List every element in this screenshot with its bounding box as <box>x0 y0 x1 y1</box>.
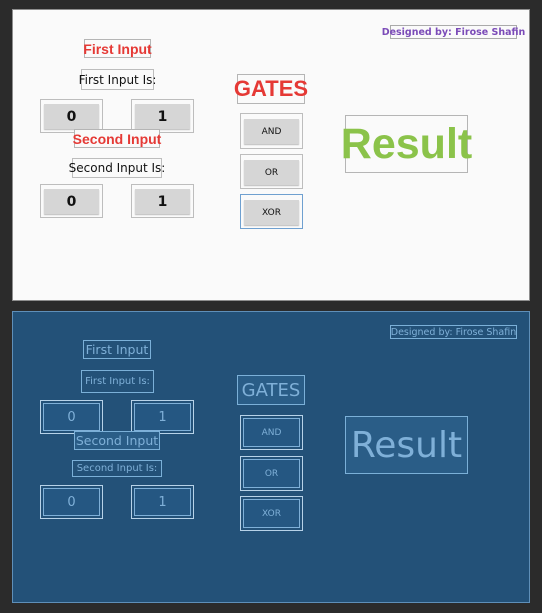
first-input-one-button[interactable]: 1 <box>135 104 190 129</box>
first-input-label: First Input Is: <box>79 69 156 90</box>
blueprint-gates-title: GATES <box>237 375 305 405</box>
first-input-zero-frame: 0 <box>40 99 103 133</box>
blueprint-or-gate-frame: OR <box>240 456 303 491</box>
or-gate-frame: OR <box>240 154 303 189</box>
xor-gate-button[interactable]: XOR <box>244 200 299 225</box>
first-input-zero-button[interactable]: 0 <box>44 104 99 129</box>
blueprint-second-input-one-frame: 1 <box>131 485 194 519</box>
and-gate-button[interactable]: AND <box>244 119 299 144</box>
blueprint-first-input-label: First Input Is: <box>81 370 154 393</box>
blueprint-designer-credit: Designed by: Firose Shafin <box>390 325 517 339</box>
blueprint-second-input-label: Second Input Is: <box>72 460 162 477</box>
blueprint-and-gate-frame: AND <box>240 415 303 450</box>
blueprint-first-input-zero-frame: 0 <box>40 400 103 434</box>
and-gate-frame: AND <box>240 113 303 149</box>
blueprint-first-input-zero-button[interactable]: 0 <box>43 403 100 431</box>
blueprint-xor-gate-button[interactable]: XOR <box>243 499 300 528</box>
blueprint-and-gate-button[interactable]: AND <box>243 418 300 447</box>
designer-credit: Designed by: Firose Shafin <box>381 25 526 39</box>
blueprint-first-input-one-frame: 1 <box>131 400 194 434</box>
blueprint-view-panel: Designed by: Firose Shafin First Input F… <box>12 311 530 603</box>
blueprint-first-input-title: First Input <box>83 340 151 359</box>
second-input-title: Second Input <box>72 129 162 148</box>
blueprint-or-gate-button[interactable]: OR <box>243 459 300 488</box>
or-gate-button[interactable]: OR <box>244 160 299 185</box>
second-input-one-button[interactable]: 1 <box>135 189 190 214</box>
result-display: Result <box>341 115 472 173</box>
first-input-title: First Input <box>83 39 152 58</box>
second-input-one-frame: 1 <box>131 184 194 218</box>
second-input-label: Second Input Is: <box>69 158 165 178</box>
xor-gate-frame: XOR <box>240 194 303 229</box>
blueprint-xor-gate-frame: XOR <box>240 496 303 531</box>
design-view-panel: Designed by: Firose Shafin First Input F… <box>12 9 530 301</box>
blueprint-second-input-zero-button[interactable]: 0 <box>43 488 100 516</box>
blueprint-first-input-one-button[interactable]: 1 <box>134 403 191 431</box>
gates-title: GATES <box>234 74 308 104</box>
second-input-zero-button[interactable]: 0 <box>44 189 99 214</box>
second-input-zero-frame: 0 <box>40 184 103 218</box>
blueprint-second-input-title: Second Input <box>74 431 160 450</box>
blueprint-result-display: Result <box>345 416 468 474</box>
first-input-one-frame: 1 <box>131 99 194 133</box>
blueprint-second-input-zero-frame: 0 <box>40 485 103 519</box>
blueprint-second-input-one-button[interactable]: 1 <box>134 488 191 516</box>
